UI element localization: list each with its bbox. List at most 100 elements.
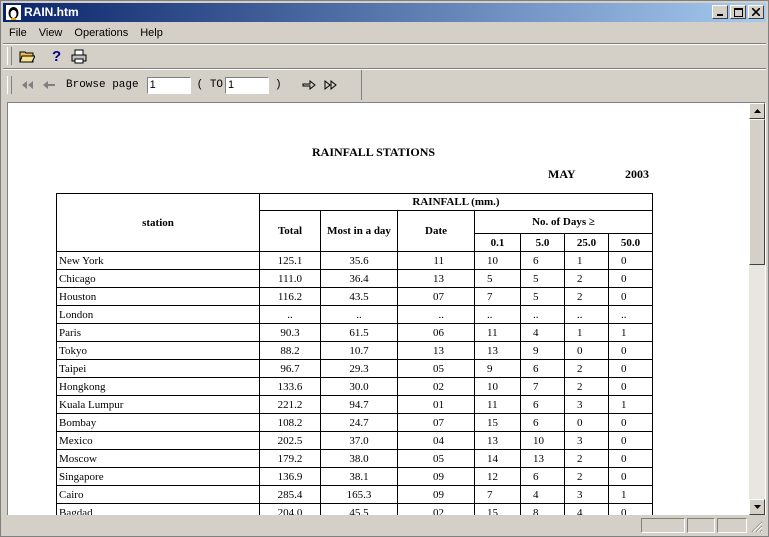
menu-bar: File View Operations Help — [3, 24, 766, 42]
close-button[interactable] — [748, 5, 764, 19]
page-from-input[interactable] — [146, 76, 191, 94]
left-arrow-icon — [43, 81, 55, 89]
browse-page-label: Browse page — [66, 79, 139, 91]
cell-days-0-1: 7 — [474, 485, 521, 504]
table-row: Singapore 136.9 38.1 09 12 6 2 0 — [56, 467, 653, 486]
page-to-input[interactable] — [225, 76, 270, 94]
right-arrow-icon — [302, 80, 316, 90]
cell-total: 133.6 — [259, 377, 321, 396]
cell-date: 05 — [397, 359, 475, 378]
cell-total: 88.2 — [259, 341, 321, 360]
cell-days-0-1: .. — [474, 305, 521, 324]
scroll-up-button[interactable] — [749, 103, 765, 119]
document-year: 2003 — [625, 167, 649, 181]
cell-days-25-0: 4 — [564, 503, 609, 515]
toolbar-grip[interactable] — [7, 47, 12, 65]
penguin-app-icon — [6, 5, 21, 20]
cell-date: 02 — [397, 377, 475, 396]
cell-days-0-1: 11 — [474, 323, 521, 342]
cell-station: Kuala Lumpur — [56, 395, 260, 414]
page-navigation-bar: Browse page ( TO ) — [3, 70, 766, 100]
cell-days-0-1: 13 — [474, 341, 521, 360]
cell-days-50-0: .. — [608, 305, 653, 324]
close-icon — [752, 8, 760, 16]
cell-date: 13 — [397, 341, 475, 360]
cell-station: New York — [56, 251, 260, 270]
first-page-button[interactable] — [16, 75, 38, 95]
cell-days-0-1: 12 — [474, 467, 521, 486]
cell-days-0-1: 7 — [474, 287, 521, 306]
cell-total: 111.0 — [259, 269, 321, 288]
cell-days-5-0: .. — [520, 305, 565, 324]
cell-days-25-0: .. — [564, 305, 609, 324]
menu-operations[interactable]: Operations — [68, 25, 134, 41]
help-icon: ? — [52, 48, 61, 64]
resize-grip-icon[interactable] — [751, 521, 763, 533]
minimize-button[interactable] — [712, 5, 728, 19]
print-button[interactable] — [68, 46, 90, 66]
cell-date: 05 — [397, 449, 475, 468]
cell-days-50-0: 0 — [608, 431, 653, 450]
table-row: Tokyo 88.2 10.7 13 13 9 0 0 — [56, 341, 653, 360]
cell-days-50-0: 1 — [608, 485, 653, 504]
cell-days-5-0: 13 — [520, 449, 565, 468]
cell-total: 179.2 — [259, 449, 321, 468]
cell-days-50-0: 0 — [608, 269, 653, 288]
cell-date: 11 — [397, 251, 475, 270]
triangle-down-icon — [753, 505, 761, 509]
scroll-down-button[interactable] — [749, 499, 765, 515]
to-label: ( TO — [196, 79, 224, 91]
cell-date: 13 — [397, 269, 475, 288]
cell-days-50-0: 0 — [608, 359, 653, 378]
cell-station: Taipei — [56, 359, 260, 378]
cell-station: Bagdad — [56, 503, 260, 515]
cell-total: 285.4 — [259, 485, 321, 504]
printer-icon — [71, 49, 87, 63]
cell-days-25-0: 2 — [564, 377, 609, 396]
cell-days-50-0: 0 — [608, 413, 653, 432]
cell-most-in-a-day: 30.0 — [320, 377, 398, 396]
cell-most-in-a-day: 38.0 — [320, 449, 398, 468]
status-bar — [3, 516, 766, 535]
menu-help[interactable]: Help — [134, 25, 169, 41]
table-row: Houston 116.2 43.5 07 7 5 2 0 — [56, 287, 653, 306]
navbar-grip[interactable] — [7, 76, 12, 94]
cell-days-0-1: 11 — [474, 395, 521, 414]
menu-file[interactable]: File — [3, 25, 33, 41]
document-viewport[interactable]: RAINFALL STATIONS MAY 2003 station RAINF… — [7, 102, 766, 515]
previous-page-button[interactable] — [38, 75, 60, 95]
last-page-button[interactable] — [320, 75, 342, 95]
open-button[interactable] — [16, 46, 38, 66]
vertical-scrollbar[interactable] — [749, 103, 765, 515]
cell-total: 221.2 — [259, 395, 321, 414]
header-no-of-days: No. of Days ≥ — [474, 210, 653, 234]
rainfall-table-body: New York 125.1 35.6 11 10 6 1 0 Chicago 111.0 36.4… — [56, 251, 653, 515]
menu-view[interactable]: View — [33, 25, 69, 41]
cell-days-50-0: 0 — [608, 341, 653, 360]
table-row: Bombay 108.2 24.7 07 15 6 0 0 — [56, 413, 653, 432]
cell-days-5-0: 5 — [520, 287, 565, 306]
cell-days-5-0: 9 — [520, 341, 565, 360]
open-folder-icon — [19, 51, 35, 63]
cell-days-25-0: 1 — [564, 251, 609, 270]
cell-days-25-0: 3 — [564, 485, 609, 504]
cell-days-5-0: 6 — [520, 395, 565, 414]
cell-days-25-0: 2 — [564, 467, 609, 486]
help-button[interactable]: ? — [46, 46, 68, 66]
header-most-in-a-day: Most in a day — [320, 210, 398, 252]
header-station: station — [56, 193, 260, 252]
cell-station: Cairo — [56, 485, 260, 504]
cell-days-25-0: 0 — [564, 341, 609, 360]
scroll-thumb[interactable] — [749, 119, 765, 265]
maximize-button[interactable] — [730, 5, 746, 19]
cell-days-0-1: 5 — [474, 269, 521, 288]
header-days-50-0: 50.0 — [608, 233, 653, 252]
cell-date: 01 — [397, 395, 475, 414]
cell-days-5-0: 7 — [520, 377, 565, 396]
title-bar[interactable]: RAIN.htm — [3, 3, 766, 22]
cell-most-in-a-day: 24.7 — [320, 413, 398, 432]
next-page-button[interactable] — [298, 75, 320, 95]
cell-days-50-0: 0 — [608, 449, 653, 468]
header-days-0-1: 0.1 — [474, 233, 521, 252]
cell-days-0-1: 14 — [474, 449, 521, 468]
